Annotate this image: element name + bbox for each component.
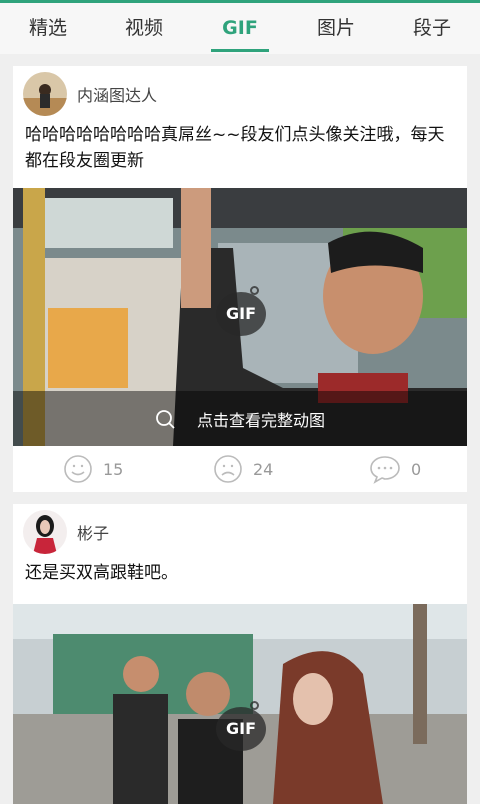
post-header: 内涵图达人: [13, 66, 467, 122]
tab-jokes[interactable]: 段子: [384, 3, 480, 54]
like-button[interactable]: 15: [63, 454, 123, 484]
post-card: 彬子 还是买双高跟鞋吧。 GIF: [13, 504, 467, 804]
tab-bar: 精选 视频 GIF 图片 段子: [0, 0, 480, 54]
post-header: 彬子: [13, 504, 467, 560]
comment-icon: [370, 456, 400, 484]
post-card: 内涵图达人 哈哈哈哈哈哈哈哈真屌丝~~段友们点头像关注哦，每天都在段友圈更新 G…: [13, 66, 467, 492]
avatar[interactable]: [23, 72, 67, 116]
sad-icon: [214, 455, 242, 483]
author-name[interactable]: 彬子: [77, 520, 109, 544]
gif-badge: GIF: [216, 701, 266, 751]
avatar[interactable]: [23, 510, 67, 554]
gif-preview[interactable]: GIF: [13, 604, 467, 804]
tab-featured[interactable]: 精选: [0, 3, 96, 54]
tab-gif[interactable]: GIF: [192, 3, 288, 54]
dislike-button[interactable]: 24: [213, 454, 273, 484]
smile-icon: [64, 455, 92, 483]
tab-image[interactable]: 图片: [288, 3, 384, 54]
gif-badge: GIF: [216, 286, 266, 336]
dislike-count: 24: [253, 459, 274, 479]
comment-button[interactable]: 0: [369, 454, 421, 484]
search-icon: [156, 409, 175, 429]
post-text[interactable]: 还是买双高跟鞋吧。: [13, 560, 467, 586]
like-count: 15: [103, 459, 124, 479]
author-name[interactable]: 内涵图达人: [77, 82, 157, 106]
view-full-gif-label: 点击查看完整动图: [196, 410, 325, 430]
gif-preview[interactable]: GIF 点击查看完整动图: [13, 188, 467, 446]
post-text[interactable]: 哈哈哈哈哈哈哈哈真屌丝~~段友们点头像关注哦，每天都在段友圈更新: [13, 122, 467, 174]
tab-video[interactable]: 视频: [96, 3, 192, 54]
post-actions: 15 24 0: [13, 446, 467, 492]
comment-count: 0: [411, 459, 422, 479]
view-full-gif-overlay[interactable]: 点击查看完整动图: [13, 391, 467, 446]
